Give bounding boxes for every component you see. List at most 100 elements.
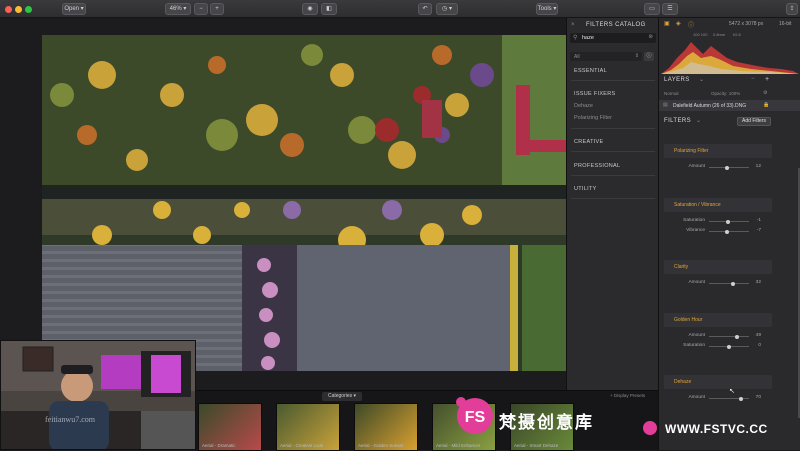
exif-focal: 0.8mm <box>713 32 726 37</box>
add-layer-button[interactable]: + <box>765 76 769 83</box>
info-icon[interactable]: ⓘ <box>688 20 694 29</box>
sliders-icon: ☰ <box>667 6 673 12</box>
filter-header-0[interactable]: Polarizing Filter <box>664 144 772 158</box>
filter-header-2[interactable]: Clarity <box>664 260 772 274</box>
filter-header-1[interactable]: Saturation / Vibrance <box>664 198 772 212</box>
slider-knob[interactable] <box>727 344 731 349</box>
slider-knob[interactable] <box>726 219 731 224</box>
tools-button[interactable]: Tools ▾ <box>536 3 558 15</box>
slider-knob[interactable] <box>731 281 735 286</box>
slider-label: Amount <box>688 280 705 285</box>
slider-value: 32 <box>755 280 761 285</box>
layer-name: Dalefield Autumn (26 of 33).DNG <box>673 103 747 109</box>
layer-opacity[interactable]: Opacity: 100% <box>711 91 740 96</box>
preset-label: Aerial - Creative Look <box>280 443 324 448</box>
catalog-section-creative[interactable]: CREATIVE <box>574 139 604 145</box>
catalog-section-issue-fixers[interactable]: ISSUE FIXERS <box>574 91 616 97</box>
filters-title: FILTERS <box>664 118 692 124</box>
history-button[interactable]: ◷ ▾ <box>436 3 458 15</box>
webcam-overlay: feitianwu7.com <box>0 340 196 450</box>
filter-name: Dehaze <box>674 379 692 385</box>
catalog-title: FILTERS CATALOG <box>586 22 646 28</box>
image-size-text: 5472 x 3078 px <box>729 21 764 27</box>
catalog-search-input[interactable]: ⚲ haze ⊗ <box>570 33 656 43</box>
slider-value: 0 <box>758 343 761 348</box>
catalog-item-polarizing-filter[interactable]: Polarizing Filter <box>574 115 612 121</box>
layer-settings-icon[interactable]: ⚙ <box>763 90 767 96</box>
updown-icon: ⇕ <box>634 53 639 59</box>
filter-name: Golden Hour <box>674 317 703 323</box>
close-window-button[interactable] <box>5 6 12 13</box>
add-filters-button[interactable]: Add Filters <box>737 117 771 126</box>
adjust-panel-button[interactable]: ☰ <box>662 3 678 15</box>
photo-canvas[interactable] <box>42 35 566 371</box>
slider-track[interactable] <box>709 281 749 286</box>
zoom-window-button[interactable] <box>25 6 32 13</box>
zoom-select[interactable]: 46% ▾ <box>165 3 191 15</box>
preset-thumbnail[interactable]: Aerial - Dramatic <box>198 403 262 451</box>
info-button[interactable]: ⓘ <box>644 52 654 61</box>
slider-knob[interactable] <box>725 165 729 170</box>
slider-knob[interactable] <box>724 229 729 234</box>
slider-track[interactable] <box>709 165 749 170</box>
preview-eye-button[interactable]: ◉ <box>302 3 318 15</box>
filter-name: Saturation / Vibrance <box>674 202 721 208</box>
remove-layer-button[interactable]: − <box>751 76 755 82</box>
brand-dot <box>643 421 657 435</box>
aerial-photo <box>42 35 566 371</box>
site-watermark: feitianwu7.com <box>45 415 95 424</box>
divider <box>571 175 655 176</box>
panel-icon: ▭ <box>649 6 655 12</box>
slider-track[interactable] <box>709 229 749 234</box>
slider-label: Amount <box>688 164 705 169</box>
filters-collapse-icon[interactable]: ⌄ <box>696 117 701 124</box>
layer-blend-mode[interactable]: Normal <box>664 91 679 96</box>
slider-value: -1 <box>756 218 761 223</box>
slider-value: 49 <box>755 333 761 338</box>
category-select-value: All <box>574 54 580 60</box>
exif-iso: 100 100 <box>693 32 708 37</box>
layers-icon[interactable]: ◈ <box>676 20 681 27</box>
preset-label: Aerial - Golden Sunset <box>358 443 404 448</box>
layer-row[interactable]: ▤ Dalefield Autumn (26 of 33).DNG 🔒 <box>659 100 800 111</box>
undo-icon: ↶ <box>422 6 428 12</box>
catalog-category-select[interactable]: All ⇕ <box>570 52 642 61</box>
preset-thumbnail[interactable]: Aerial - Golden Sunset <box>354 403 418 451</box>
open-button[interactable]: Open ▾ <box>62 3 86 15</box>
close-catalog-icon[interactable]: × <box>571 22 575 28</box>
categories-select[interactable]: Categories ▾ <box>322 392 362 401</box>
compare-button[interactable]: ◧ <box>321 3 337 15</box>
catalog-section-utility[interactable]: UTILITY <box>574 186 597 192</box>
divider <box>571 80 655 81</box>
image-icon[interactable]: ▣ <box>664 20 670 27</box>
slider-track[interactable] <box>709 344 749 349</box>
brand-url: WWW.FSTVC.CC <box>665 422 768 436</box>
catalog-section-professional[interactable]: PROFESSIONAL <box>574 163 620 169</box>
filter-header-4[interactable]: Dehaze <box>664 375 772 389</box>
svg-text:FS: FS <box>465 409 486 426</box>
slider-track[interactable] <box>709 219 749 224</box>
zoom-in-button[interactable]: + <box>210 3 224 15</box>
panel-toggle-button[interactable]: ▭ <box>644 3 660 15</box>
share-button[interactable]: ⇪ <box>786 3 798 15</box>
preset-thumbnail[interactable]: Aerial - Creative Look <box>276 403 340 451</box>
brand-name: 梵摄创意库 <box>499 413 594 433</box>
catalog-section-essential[interactable]: ESSENTIAL <box>574 68 607 74</box>
slider-label: Amount <box>688 333 705 338</box>
slider-track[interactable] <box>709 334 749 339</box>
catalog-item-dehaze[interactable]: Dehaze <box>574 103 593 109</box>
preset-label: Aerial - Dramatic <box>202 443 236 448</box>
zoom-out-button[interactable]: − <box>194 3 208 15</box>
exif-aperture: f/2.8 <box>733 32 741 37</box>
filter-header-3[interactable]: Golden Hour <box>664 313 772 327</box>
divider <box>571 151 655 152</box>
minimize-window-button[interactable] <box>15 6 22 13</box>
clear-search-icon[interactable]: ⊗ <box>648 34 653 40</box>
layers-collapse-icon[interactable]: ⌄ <box>699 76 704 83</box>
open-label: Open <box>64 6 79 12</box>
divider <box>571 198 655 199</box>
layers-title: LAYERS <box>664 77 690 83</box>
undo-button[interactable]: ↶ <box>418 3 432 15</box>
clock-icon: ◷ <box>442 6 448 12</box>
slider-knob[interactable] <box>735 334 739 339</box>
